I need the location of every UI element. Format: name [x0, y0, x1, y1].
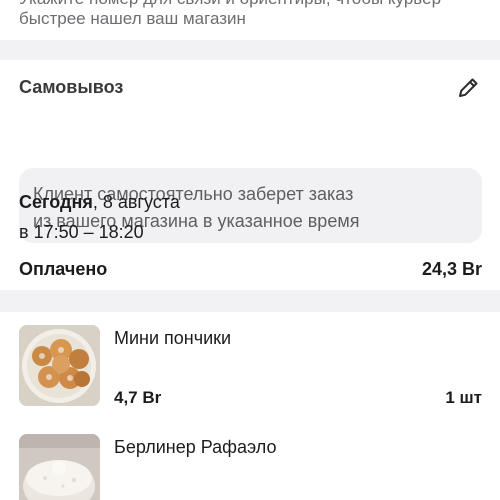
- item-price: 4,7 Br: [114, 388, 162, 407]
- item-quantity: 1 шт: [445, 388, 482, 407]
- item-name: Мини пончики: [114, 328, 232, 348]
- pencil-icon: [459, 78, 478, 97]
- item-thumbnail: [19, 434, 100, 500]
- edit-pickup-button[interactable]: [454, 74, 482, 102]
- order-items-card: Мини пончики 4,7 Br 1 шт Берлинер Рафаэл…: [0, 312, 500, 500]
- pickup-title: Самовывоз: [19, 77, 124, 97]
- order-total: 24,3 Br: [421, 259, 482, 279]
- pickup-card: Самовывоз Клиент самостоятельно заберет …: [0, 60, 500, 290]
- payment-status: Оплачено: [19, 259, 108, 279]
- pickup-date: Сегодня, 8 августа: [19, 192, 180, 213]
- pickup-date-rest: , 8 августа: [92, 192, 180, 212]
- address-hint-card: Укажите номер для связи и ориентиры, что…: [0, 0, 500, 40]
- address-hint-line-2: быстрее нашел ваш магазин: [19, 9, 246, 28]
- item-name: Берлинер Рафаэло: [114, 437, 277, 457]
- item-thumbnail: [19, 325, 100, 406]
- pickup-time-range: в 17:50 – 18:20: [19, 222, 144, 242]
- address-hint-line-1: Укажите номер для связи и ориентиры, что…: [19, 0, 441, 9]
- pickup-day-label: Сегодня: [19, 192, 93, 212]
